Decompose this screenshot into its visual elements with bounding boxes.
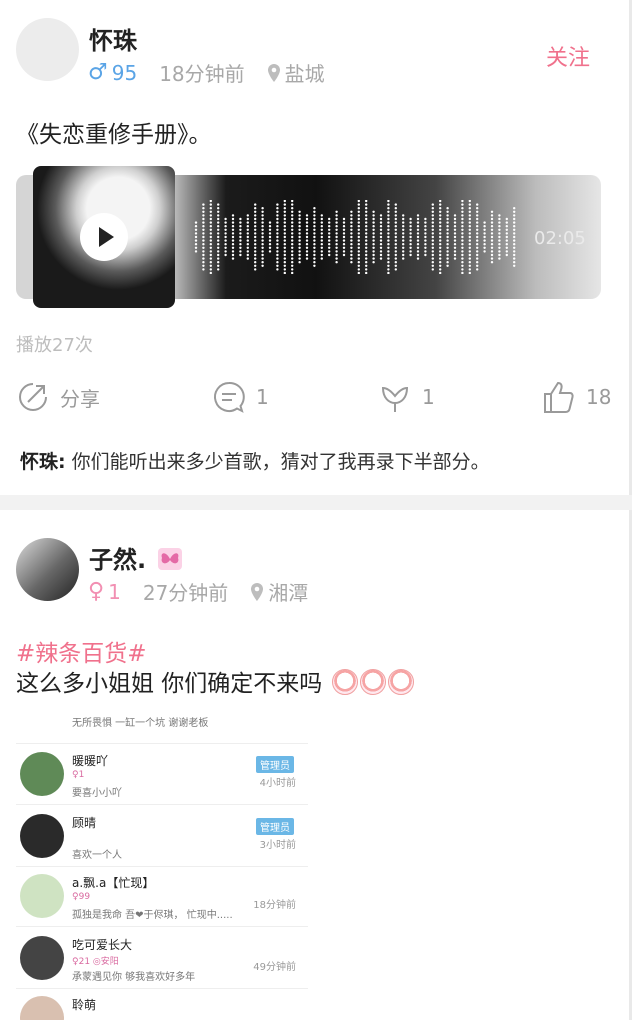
list-item-time: 3小时前 bbox=[259, 840, 296, 851]
crying-emoji-icon bbox=[387, 669, 414, 695]
feed-post: 怀珠 ♂ 95 18分钟前 盐城 关注 《失恋重修手册》。 02:05 播放27… bbox=[0, 0, 632, 495]
gender-male-icon: ♂ bbox=[88, 60, 108, 85]
post-time: 18分钟前 bbox=[159, 62, 245, 86]
username[interactable]: 怀珠 bbox=[89, 21, 137, 56]
list-item-gender: ♀1 bbox=[72, 770, 85, 780]
audio-waveform[interactable] bbox=[192, 200, 522, 274]
list-item[interactable]: 暖暖吖 ♀1 要喜小小吖 4小时前 管理员 bbox=[16, 744, 308, 805]
tulip-icon bbox=[381, 386, 409, 412]
list-item-gender: ♀99 bbox=[72, 892, 91, 902]
list-item-name: 聆萌 bbox=[72, 998, 97, 1012]
list-item-signature: 喜欢一个人 bbox=[72, 850, 122, 861]
list-item-time: 18分钟前 bbox=[253, 900, 296, 911]
list-item[interactable]: a.飘.a【忙现】 ♀99 孤独是我命 吾❤于侭琪， 忙现中..... 18分钟前 bbox=[16, 866, 308, 927]
username-row: 子然. bbox=[89, 540, 183, 575]
avatar[interactable] bbox=[16, 538, 79, 601]
butterfly-badge-icon bbox=[158, 548, 183, 570]
play-count: 播放27次 bbox=[16, 335, 93, 356]
avatar[interactable] bbox=[16, 18, 79, 81]
like-button[interactable]: 18 bbox=[542, 380, 611, 414]
list-item-signature: 无所畏惧 一缸一个坑 谢谢老板 bbox=[72, 718, 209, 729]
user-meta: ♀ 1 27分钟前 湘潭 bbox=[88, 577, 308, 606]
follow-button[interactable]: 关注 bbox=[546, 40, 590, 72]
action-bar: 分享 1 1 18 bbox=[0, 380, 632, 424]
list-item-time: 49分钟前 bbox=[253, 962, 296, 973]
comment-icon bbox=[214, 381, 245, 413]
location-pin-icon bbox=[267, 63, 281, 83]
list-item-name: 顾晴 bbox=[72, 816, 97, 830]
post-caption: 怀珠: 你们能听出来多少首歌，猜对了我再录下半部分。 bbox=[20, 447, 490, 474]
list-item-name: 暖暖吖 bbox=[72, 754, 109, 768]
comment-count: 1 bbox=[256, 385, 269, 409]
list-item-gender: ♀21 ◎安阳 bbox=[72, 957, 119, 967]
share-label: 分享 bbox=[60, 386, 100, 411]
share-icon bbox=[19, 383, 47, 411]
list-item[interactable]: 顾晴喜欢一个人 3小时前 管理员 bbox=[16, 806, 308, 867]
location-text: 湘潭 bbox=[268, 581, 309, 605]
post-time: 27分钟前 bbox=[142, 581, 229, 605]
avatar bbox=[20, 874, 64, 918]
post-divider bbox=[0, 495, 632, 510]
location-text: 盐城 bbox=[284, 62, 325, 86]
list-item-signature: 要喜小小吖 bbox=[72, 788, 122, 799]
post-image[interactable]: 无所畏惧 一缸一个坑 谢谢老板 暖暖吖 ♀1 要喜小小吖 4小时前 管理员 顾晴 喜欢一个人 3… bbox=[16, 712, 308, 1020]
list-item-signature: 孤独是我命 吾❤于侭琪， 忙现中..... bbox=[72, 910, 233, 921]
user-meta: ♂ 95 18分钟前 盐城 bbox=[88, 58, 325, 87]
list-item-name: 吃可爱长大 bbox=[72, 938, 133, 952]
admin-badge: 管理员 bbox=[256, 818, 294, 835]
username[interactable]: 子然. bbox=[89, 546, 146, 574]
audio-duration: 02:05 bbox=[534, 228, 586, 249]
crying-emoji-icon bbox=[359, 669, 386, 695]
list-item[interactable]: 无所畏惧 一缸一个坑 谢谢老板 bbox=[16, 712, 308, 744]
avatar bbox=[20, 996, 64, 1020]
crying-emoji-icon bbox=[331, 669, 358, 695]
list-item[interactable]: 聆萌 bbox=[16, 988, 308, 1020]
avatar bbox=[20, 936, 64, 980]
gender-count: 1 bbox=[108, 579, 121, 604]
location-pin-icon bbox=[250, 582, 264, 602]
like-count: 18 bbox=[586, 385, 612, 409]
thumbs-up-icon bbox=[544, 381, 574, 413]
share-button[interactable]: 分享 bbox=[16, 380, 100, 414]
post-text: 这么多小姐姐 你们确定不来吗 bbox=[16, 671, 323, 697]
list-item-name: a.飘.a【忙现】 bbox=[72, 876, 155, 890]
caption-text: 你们能听出来多少首歌，猜对了我再录下半部分。 bbox=[71, 451, 490, 473]
hashtag-link[interactable]: #辣条百货# bbox=[16, 634, 147, 668]
post-text-row: 这么多小姐姐 你们确定不来吗 bbox=[16, 664, 414, 698]
avatar bbox=[20, 814, 64, 858]
caption-author[interactable]: 怀珠: bbox=[20, 451, 66, 473]
post-text: 《失恋重修手册》。 bbox=[16, 122, 212, 148]
gender-female-icon: ♀ bbox=[88, 579, 105, 604]
admin-badge: 管理员 bbox=[256, 756, 294, 773]
gift-count: 1 bbox=[422, 385, 435, 409]
list-item[interactable]: 吃可爱长大 ♀21 ◎安阳承蒙遇见你 够我喜欢好多年 49分钟前 bbox=[16, 928, 308, 989]
list-item-signature: 承蒙遇见你 够我喜欢好多年 bbox=[72, 972, 196, 983]
play-icon[interactable] bbox=[80, 213, 128, 261]
list-item-time: 4小时前 bbox=[259, 778, 296, 789]
gift-button[interactable]: 1 bbox=[378, 380, 435, 414]
gender-count: 95 bbox=[111, 60, 138, 85]
avatar bbox=[20, 752, 64, 796]
comment-button[interactable]: 1 bbox=[212, 380, 269, 414]
